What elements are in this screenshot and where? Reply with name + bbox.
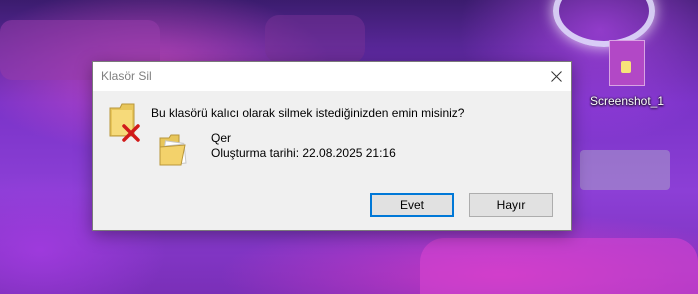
folder-name: Qer [211, 131, 232, 145]
close-button[interactable] [541, 62, 571, 91]
yes-button[interactable]: Evet [370, 193, 454, 217]
image-file-icon [609, 40, 645, 86]
folder-delete-icon [109, 103, 140, 142]
no-button[interactable]: Hayır [469, 193, 553, 217]
dialog-title: Klasör Sil [101, 69, 152, 83]
wallpaper-shelf [580, 150, 670, 190]
dialog-titlebar[interactable]: Klasör Sil [93, 62, 571, 91]
folder-icon [159, 134, 187, 166]
confirm-question: Bu klasörü kalıcı olarak silmek istediği… [151, 106, 465, 120]
wallpaper-cushion [265, 15, 365, 63]
delete-folder-dialog: Klasör Sil Bu klasörü kalıcı olarak silm… [92, 61, 572, 231]
folder-created-date: Oluşturma tarihi: 22.08.2025 21:16 [211, 146, 396, 160]
close-icon [550, 71, 562, 82]
desktop-icon-screenshot[interactable]: Screenshot_1 [587, 40, 667, 108]
dialog-body: Bu klasörü kalıcı olarak silmek istediği… [93, 91, 571, 230]
desktop-icon-label: Screenshot_1 [589, 94, 665, 108]
wallpaper-bed [420, 238, 698, 294]
